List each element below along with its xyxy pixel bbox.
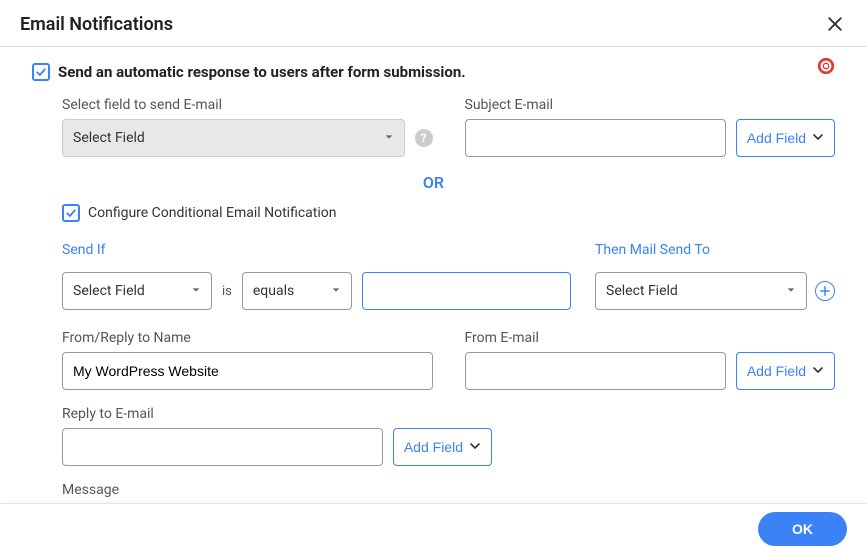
row-from-name-email: From/Reply to Name From E-mail Add Field (62, 330, 835, 390)
from-reply-name-input[interactable] (62, 352, 433, 390)
send-if-operator-value: equals (253, 283, 294, 299)
add-field-label: Add Field (747, 130, 806, 146)
send-if-field-dropdown[interactable]: Select Field (62, 272, 212, 310)
auto-response-label: Send an automatic response to users afte… (58, 63, 466, 81)
conditional-label: Configure Conditional Email Notification (88, 205, 337, 221)
reply-to-add-field-button[interactable]: Add Field (393, 428, 492, 466)
then-mail-value: Select Field (606, 283, 678, 299)
is-text: is (222, 284, 232, 299)
subject-add-field-button[interactable]: Add Field (736, 119, 835, 157)
caret-down-icon (191, 283, 201, 299)
reply-to-email-label: Reply to E-mail (62, 406, 835, 422)
send-if-label: Send If (62, 242, 571, 258)
row-select-subject: Select field to send E-mail Select Field… (62, 97, 835, 157)
chevron-down-icon (812, 130, 824, 146)
chevron-down-icon (812, 363, 824, 379)
condition-row: Send If Select Field is equals (62, 242, 835, 310)
conditional-checkbox[interactable] (62, 204, 80, 222)
dialog-footer: OK (0, 503, 867, 553)
auto-response-checkbox[interactable] (32, 63, 50, 81)
auto-response-row: Send an automatic response to users afte… (32, 63, 835, 81)
subject-input[interactable] (465, 119, 726, 157)
subject-label: Subject E-mail (465, 97, 836, 113)
send-if-operator-dropdown[interactable]: equals (242, 272, 352, 310)
close-icon (825, 14, 845, 34)
add-field-label: Add Field (404, 439, 463, 455)
send-if-field-value: Select Field (73, 283, 145, 299)
from-email-add-field-button[interactable]: Add Field (736, 352, 835, 390)
close-button[interactable] (823, 12, 847, 36)
or-divider: OR (32, 173, 835, 192)
help-tooltip-icon[interactable]: ? (415, 129, 433, 147)
send-if-value-input[interactable] (362, 272, 571, 310)
then-mail-dropdown[interactable]: Select Field (595, 272, 807, 310)
select-field-value: Select Field (73, 130, 145, 146)
caret-down-icon (786, 283, 796, 299)
select-field-label: Select field to send E-mail (62, 97, 433, 113)
dialog-header: Email Notifications (0, 0, 867, 47)
select-field-dropdown[interactable]: Select Field (62, 119, 405, 157)
ok-button[interactable]: OK (758, 512, 847, 546)
conditional-row: Configure Conditional Email Notification (62, 204, 835, 222)
chevron-down-icon (469, 439, 481, 455)
add-condition-button[interactable] (815, 281, 835, 301)
add-field-label: Add Field (747, 363, 806, 379)
reply-to-email-input[interactable] (62, 428, 383, 466)
then-mail-label: Then Mail Send To (595, 242, 835, 258)
message-label: Message (62, 482, 835, 498)
dialog-title: Email Notifications (20, 14, 173, 35)
from-email-label: From E-mail (465, 330, 836, 346)
caret-down-icon (331, 283, 341, 299)
caret-down-icon (384, 130, 394, 146)
dialog-content: Send an automatic response to users afte… (0, 47, 867, 505)
help-icon[interactable] (817, 57, 835, 75)
from-email-input[interactable] (465, 352, 726, 390)
from-reply-name-label: From/Reply to Name (62, 330, 433, 346)
